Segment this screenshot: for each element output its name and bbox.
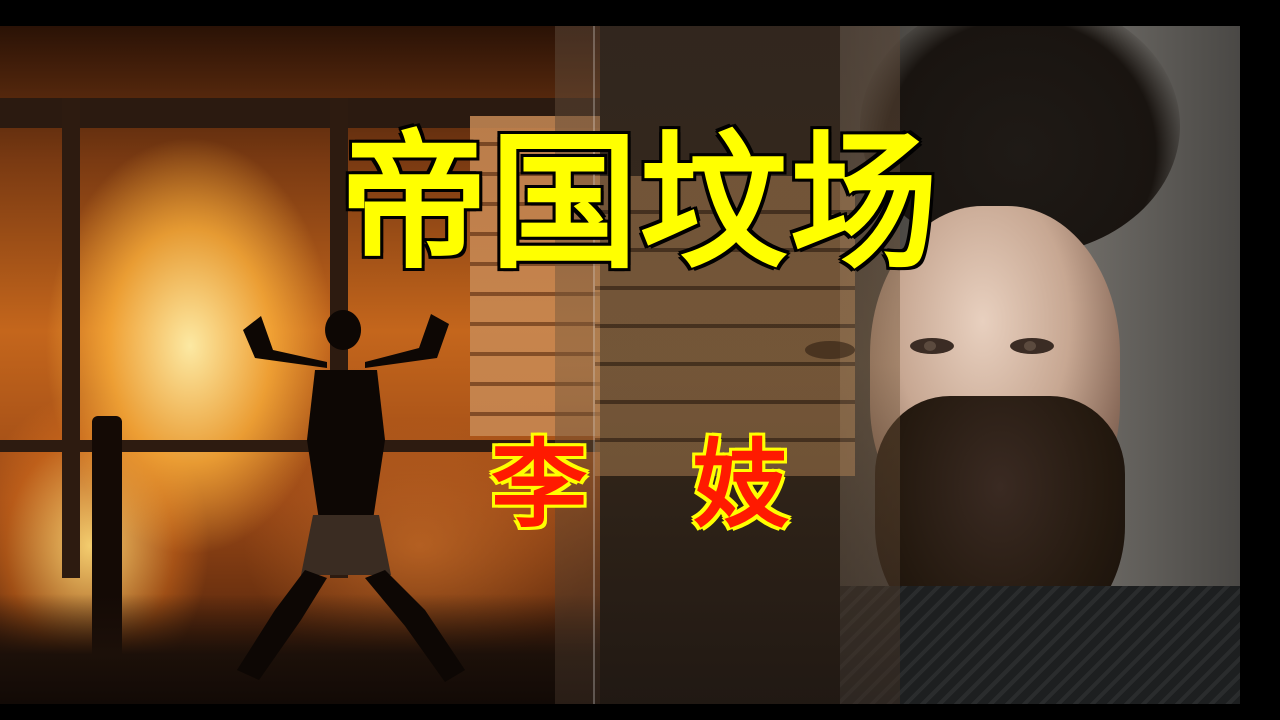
ghost-eye xyxy=(805,341,855,359)
eye xyxy=(910,338,954,354)
eye xyxy=(1010,338,1054,354)
shirt xyxy=(840,586,1240,704)
thumbnail: 帝国坟场 李 妓 xyxy=(0,0,1280,720)
subtitle: 李 妓 xyxy=(490,429,825,542)
main-title: 帝国坟场 xyxy=(338,116,940,290)
